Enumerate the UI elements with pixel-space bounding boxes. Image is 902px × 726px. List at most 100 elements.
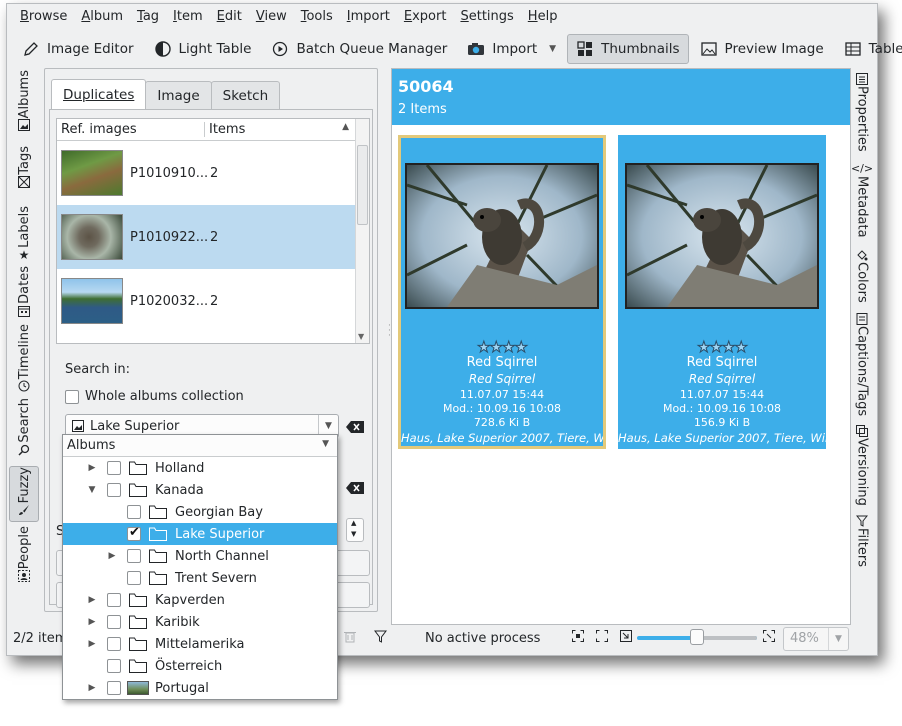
menu-album[interactable]: Album bbox=[74, 4, 130, 30]
scroll-down-arrow-icon[interactable]: ▼ bbox=[358, 332, 364, 341]
star-icon[interactable]: ★ bbox=[501, 338, 516, 357]
image-editor-button[interactable]: Image Editor bbox=[13, 34, 143, 64]
sidebar-tab-tags[interactable]: Tags bbox=[9, 146, 39, 204]
expand-arrow-icon[interactable]: ▶ bbox=[87, 683, 97, 693]
tree-item-north-channel[interactable]: ▶ North Channel bbox=[63, 545, 337, 567]
zoom-slider-track[interactable] bbox=[697, 636, 757, 640]
sidebar-tab-properties[interactable]: Properties bbox=[849, 72, 875, 156]
star-icon[interactable]: ★ bbox=[734, 338, 749, 357]
tab-sketch[interactable]: Sketch bbox=[210, 81, 281, 109]
whole-albums-checkbox[interactable] bbox=[65, 389, 79, 404]
table-row[interactable]: P1010910... 2 bbox=[57, 141, 369, 205]
tree-item-karibik[interactable]: ▶ Karibik bbox=[63, 611, 337, 633]
tree-item-lake-superior[interactable]: Lake Superior bbox=[63, 523, 337, 545]
album-checkbox[interactable] bbox=[127, 525, 141, 541]
tree-item-trent-severn[interactable]: Trent Severn bbox=[63, 567, 337, 589]
whole-albums-checkbox-row[interactable]: Whole albums collection bbox=[65, 389, 244, 404]
album-checkbox[interactable] bbox=[107, 615, 121, 629]
zoom-slider-handle[interactable] bbox=[690, 629, 704, 645]
sidebar-tab-metadata[interactable]: </> Metadata bbox=[849, 162, 875, 240]
zoom-100-icon[interactable] bbox=[596, 630, 608, 646]
sidebar-tab-colors[interactable]: Colors bbox=[849, 248, 875, 306]
sidebar-tab-labels[interactable]: Labels ★ bbox=[9, 206, 39, 264]
tree-item-holland[interactable]: ▶ Holland bbox=[63, 457, 337, 479]
tab-duplicates[interactable]: Duplicates bbox=[51, 79, 147, 109]
menu-export[interactable]: Export bbox=[397, 4, 454, 30]
zoom-out-icon[interactable] bbox=[620, 630, 632, 646]
column-ref-images[interactable]: Ref. images bbox=[57, 122, 205, 137]
collapse-arrow-icon[interactable]: ▼ bbox=[87, 485, 97, 495]
sidebar-tab-filters[interactable]: Filters bbox=[849, 514, 875, 574]
star-icon[interactable]: ★ bbox=[489, 338, 504, 357]
star-icon[interactable]: ★ bbox=[697, 338, 712, 357]
spin-down-icon[interactable]: ▼ bbox=[351, 530, 356, 538]
trash-icon[interactable] bbox=[344, 630, 356, 647]
sidebar-tab-versioning[interactable]: Versioning bbox=[849, 424, 875, 508]
column-items[interactable]: Items ▲ bbox=[205, 122, 353, 137]
zoom-level-combo[interactable]: 48% ▼ bbox=[783, 627, 849, 651]
zoom-fit-icon[interactable] bbox=[572, 630, 584, 646]
album-checkbox[interactable] bbox=[107, 483, 121, 497]
tree-item-osterreich[interactable]: Österreich bbox=[63, 655, 337, 677]
album-checkbox[interactable] bbox=[107, 681, 121, 695]
similarity-spinbox[interactable]: ▲ ▼ bbox=[346, 518, 364, 542]
sidebar-tab-search[interactable]: Search bbox=[9, 398, 39, 462]
sidebar-tab-captions-tags[interactable]: Captions/Tags bbox=[849, 312, 875, 418]
expand-arrow-icon[interactable]: ▶ bbox=[87, 595, 97, 605]
album-checkbox[interactable] bbox=[107, 659, 121, 673]
menu-edit[interactable]: Edit bbox=[210, 4, 249, 30]
import-dropdown-arrow-icon[interactable]: ▼ bbox=[549, 44, 556, 54]
thumbnails-button[interactable]: Thumbnails bbox=[567, 34, 689, 64]
sidebar-tab-albums[interactable]: Albums bbox=[9, 70, 39, 142]
sidebar-tab-people[interactable]: People bbox=[9, 526, 39, 590]
tree-item-portugal[interactable]: ▶ Portugal bbox=[63, 677, 337, 699]
menu-tools[interactable]: Tools bbox=[294, 4, 340, 30]
clear-tags-icon[interactable] bbox=[346, 482, 364, 494]
spin-up-icon[interactable]: ▲ bbox=[351, 519, 356, 527]
zoom-in-icon[interactable] bbox=[763, 630, 775, 646]
star-icon[interactable]: ★ bbox=[721, 338, 736, 357]
light-table-button[interactable]: Light Table bbox=[145, 34, 261, 64]
expand-arrow-icon[interactable]: ▶ bbox=[107, 551, 117, 561]
album-checkbox[interactable] bbox=[107, 593, 121, 607]
star-icon[interactable]: ★ bbox=[514, 338, 529, 357]
image-card[interactable]: ★★★★ Red Sqirrel Red Sqirrel 11.07.07 15… bbox=[398, 135, 606, 449]
album-checkbox[interactable] bbox=[127, 505, 141, 519]
expand-arrow-icon[interactable]: ▶ bbox=[87, 639, 97, 649]
menu-tag[interactable]: Tag bbox=[130, 4, 166, 30]
albums-tree-header[interactable]: Albums ▼ bbox=[63, 435, 337, 457]
album-checkbox[interactable] bbox=[107, 637, 121, 651]
menu-help[interactable]: Help bbox=[521, 4, 565, 30]
rating-stars[interactable]: ★★★★ bbox=[618, 338, 826, 357]
expand-arrow-icon[interactable]: ▶ bbox=[87, 463, 97, 473]
chevron-down-icon[interactable]: ▼ bbox=[322, 439, 329, 449]
chevron-down-icon[interactable]: ▼ bbox=[828, 628, 848, 650]
preview-image-button[interactable]: Preview Image bbox=[691, 34, 833, 64]
menu-import[interactable]: Import bbox=[340, 4, 397, 30]
star-icon[interactable]: ★ bbox=[477, 338, 492, 357]
table-row[interactable]: P1010922... 2 bbox=[57, 205, 369, 269]
star-icon[interactable]: ★ bbox=[709, 338, 724, 357]
sidebar-tab-fuzzy[interactable]: Fuzzy bbox=[9, 466, 39, 522]
table-view-button[interactable]: Table bbox=[835, 34, 902, 64]
scrollbar-handle[interactable] bbox=[357, 145, 368, 225]
tree-item-kanada[interactable]: ▼ Kanada bbox=[63, 479, 337, 501]
sidebar-tab-timeline[interactable]: Timeline bbox=[9, 324, 39, 394]
tree-item-kapverden[interactable]: ▶ Kapverden bbox=[63, 589, 337, 611]
splitter-handle[interactable]: · · · bbox=[388, 322, 391, 341]
menu-item[interactable]: Item bbox=[166, 4, 210, 30]
album-checkbox[interactable] bbox=[127, 571, 141, 585]
clear-album-icon[interactable] bbox=[346, 421, 364, 433]
batch-queue-manager-button[interactable]: Batch Queue Manager bbox=[262, 34, 456, 64]
sidebar-tab-dates[interactable]: Dates bbox=[9, 266, 39, 322]
menu-view[interactable]: View bbox=[249, 4, 294, 30]
import-button[interactable]: Import ▼ bbox=[458, 34, 565, 64]
album-checkbox[interactable] bbox=[127, 549, 141, 563]
album-checkbox[interactable] bbox=[107, 461, 121, 475]
menu-browse[interactable]: Browse bbox=[13, 4, 74, 30]
image-card[interactable]: ★★★★ Red Sqirrel Red Sqirrel 11.07.07 15… bbox=[618, 135, 826, 449]
filter-icon[interactable] bbox=[374, 630, 387, 647]
tree-item-georgian-bay[interactable]: Georgian Bay bbox=[63, 501, 337, 523]
rating-stars[interactable]: ★★★★ bbox=[401, 338, 603, 357]
menu-settings[interactable]: Settings bbox=[453, 4, 520, 30]
